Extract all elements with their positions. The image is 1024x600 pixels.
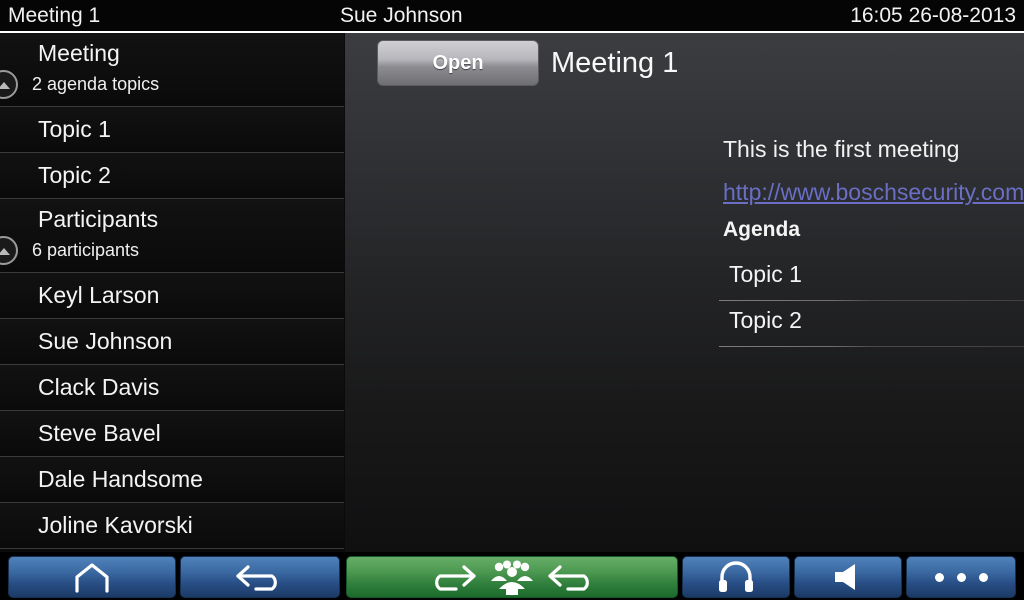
collapse-up-icon[interactable] <box>0 70 18 99</box>
top-bar: Meeting 1 Sue Johnson 16:05 26-08-2013 <box>0 0 1024 33</box>
headphones-icon <box>719 561 753 592</box>
sidebar-item-label: Dale Handsome <box>38 466 203 492</box>
agenda-item-label: Topic 1 <box>729 261 802 287</box>
home-icon <box>75 563 109 593</box>
sidebar-item-label: Clack Davis <box>38 374 160 400</box>
meeting-link[interactable]: http://www.boschsecurity.com/ <box>723 178 1024 206</box>
content-panel: Open Meeting 1 This is the first meeting… <box>345 33 1024 552</box>
bottom-toolbar <box>0 552 1024 600</box>
sidebar-section-participants-subtitle: 6 participants <box>32 240 140 260</box>
sidebar-section-meeting-subtitle: 2 agenda topics <box>32 74 160 94</box>
agenda-item-label: Topic 2 <box>729 307 802 333</box>
sidebar-item-participant-steve-bavel[interactable]: Steve Bavel <box>0 411 344 457</box>
back-arrow-icon <box>236 565 277 591</box>
page-title: Meeting 1 <box>551 47 679 79</box>
three-dots-icon <box>934 572 988 582</box>
sidebar-item-participant-joline-kavorski[interactable]: Joline Kavorski <box>0 503 344 549</box>
app-screen: Meeting 1 Sue Johnson 16:05 26-08-2013 M… <box>0 0 1024 600</box>
top-bar-meeting-title: Meeting 1 <box>8 4 101 27</box>
collapse-up-icon[interactable] <box>0 236 18 265</box>
meeting-description: This is the first meeting <box>723 136 960 162</box>
more-button[interactable] <box>906 556 1016 598</box>
top-bar-current-user: Sue Johnson <box>340 4 463 27</box>
forward-arrow-icon <box>435 565 476 591</box>
top-bar-clock: 16:05 26-08-2013 <box>850 4 1016 27</box>
sidebar-item-label: Topic 2 <box>38 162 111 188</box>
sidebar-item-participant-keyl-larson[interactable]: Keyl Larson <box>0 273 344 319</box>
divider <box>719 346 1024 347</box>
group-people-icon <box>491 560 533 595</box>
sidebar-item-label: Topic 1 <box>38 116 111 142</box>
agenda-list: Topic 1 Topic 2 <box>719 255 1024 347</box>
sidebar-item-participant-dale-handsome[interactable]: Dale Handsome <box>0 457 344 503</box>
sidebar-item-label: Joline Kavorski <box>38 512 193 538</box>
sidebar-item-label: Steve Bavel <box>38 420 161 446</box>
discussion-button[interactable] <box>346 556 678 598</box>
sidebar-item-participant-sue-johnson[interactable]: Sue Johnson <box>0 319 344 365</box>
speaker-icon <box>835 564 855 590</box>
back-button[interactable] <box>180 556 340 598</box>
sidebar-item-label: Sue Johnson <box>38 328 173 354</box>
agenda-list-item[interactable]: Topic 2 <box>719 301 1024 347</box>
sidebar-item-topic-2[interactable]: Topic 2 <box>0 153 344 199</box>
open-button[interactable]: Open <box>377 40 539 86</box>
agenda-heading: Agenda <box>723 218 801 241</box>
headphones-button[interactable] <box>682 556 790 598</box>
sidebar-section-participants-title: Participants <box>38 206 159 232</box>
main-area: Meeting 2 agenda topics Topic 1 Topic 2 … <box>0 33 1024 552</box>
sidebar-section-meeting-title: Meeting <box>38 40 120 66</box>
sidebar-section-meeting[interactable]: Meeting 2 agenda topics <box>0 33 344 107</box>
sidebar[interactable]: Meeting 2 agenda topics Topic 1 Topic 2 … <box>0 33 344 552</box>
sidebar-item-topic-1[interactable]: Topic 1 <box>0 107 344 153</box>
volume-button[interactable] <box>794 556 902 598</box>
sidebar-item-participant-clack-davis[interactable]: Clack Davis <box>0 365 344 411</box>
sidebar-item-label: Keyl Larson <box>38 282 160 308</box>
content-header-row: Open Meeting 1 <box>377 40 678 86</box>
agenda-list-item[interactable]: Topic 1 <box>719 255 1024 301</box>
sidebar-section-participants[interactable]: Participants 6 participants <box>0 199 344 273</box>
back-arrow-icon <box>548 565 589 591</box>
home-button[interactable] <box>8 556 176 598</box>
